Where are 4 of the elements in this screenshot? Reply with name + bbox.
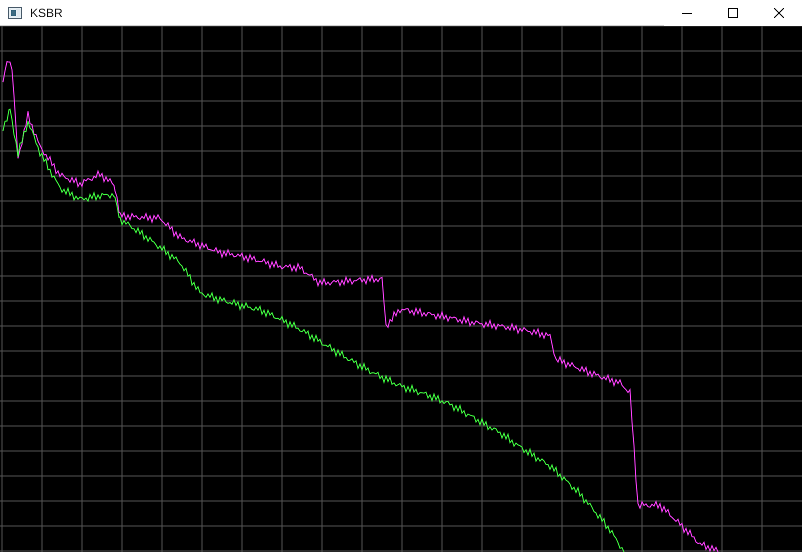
close-icon <box>774 8 784 18</box>
app-icon <box>8 6 22 18</box>
maximize-icon <box>728 8 738 18</box>
window-title: KSBR <box>30 4 63 22</box>
